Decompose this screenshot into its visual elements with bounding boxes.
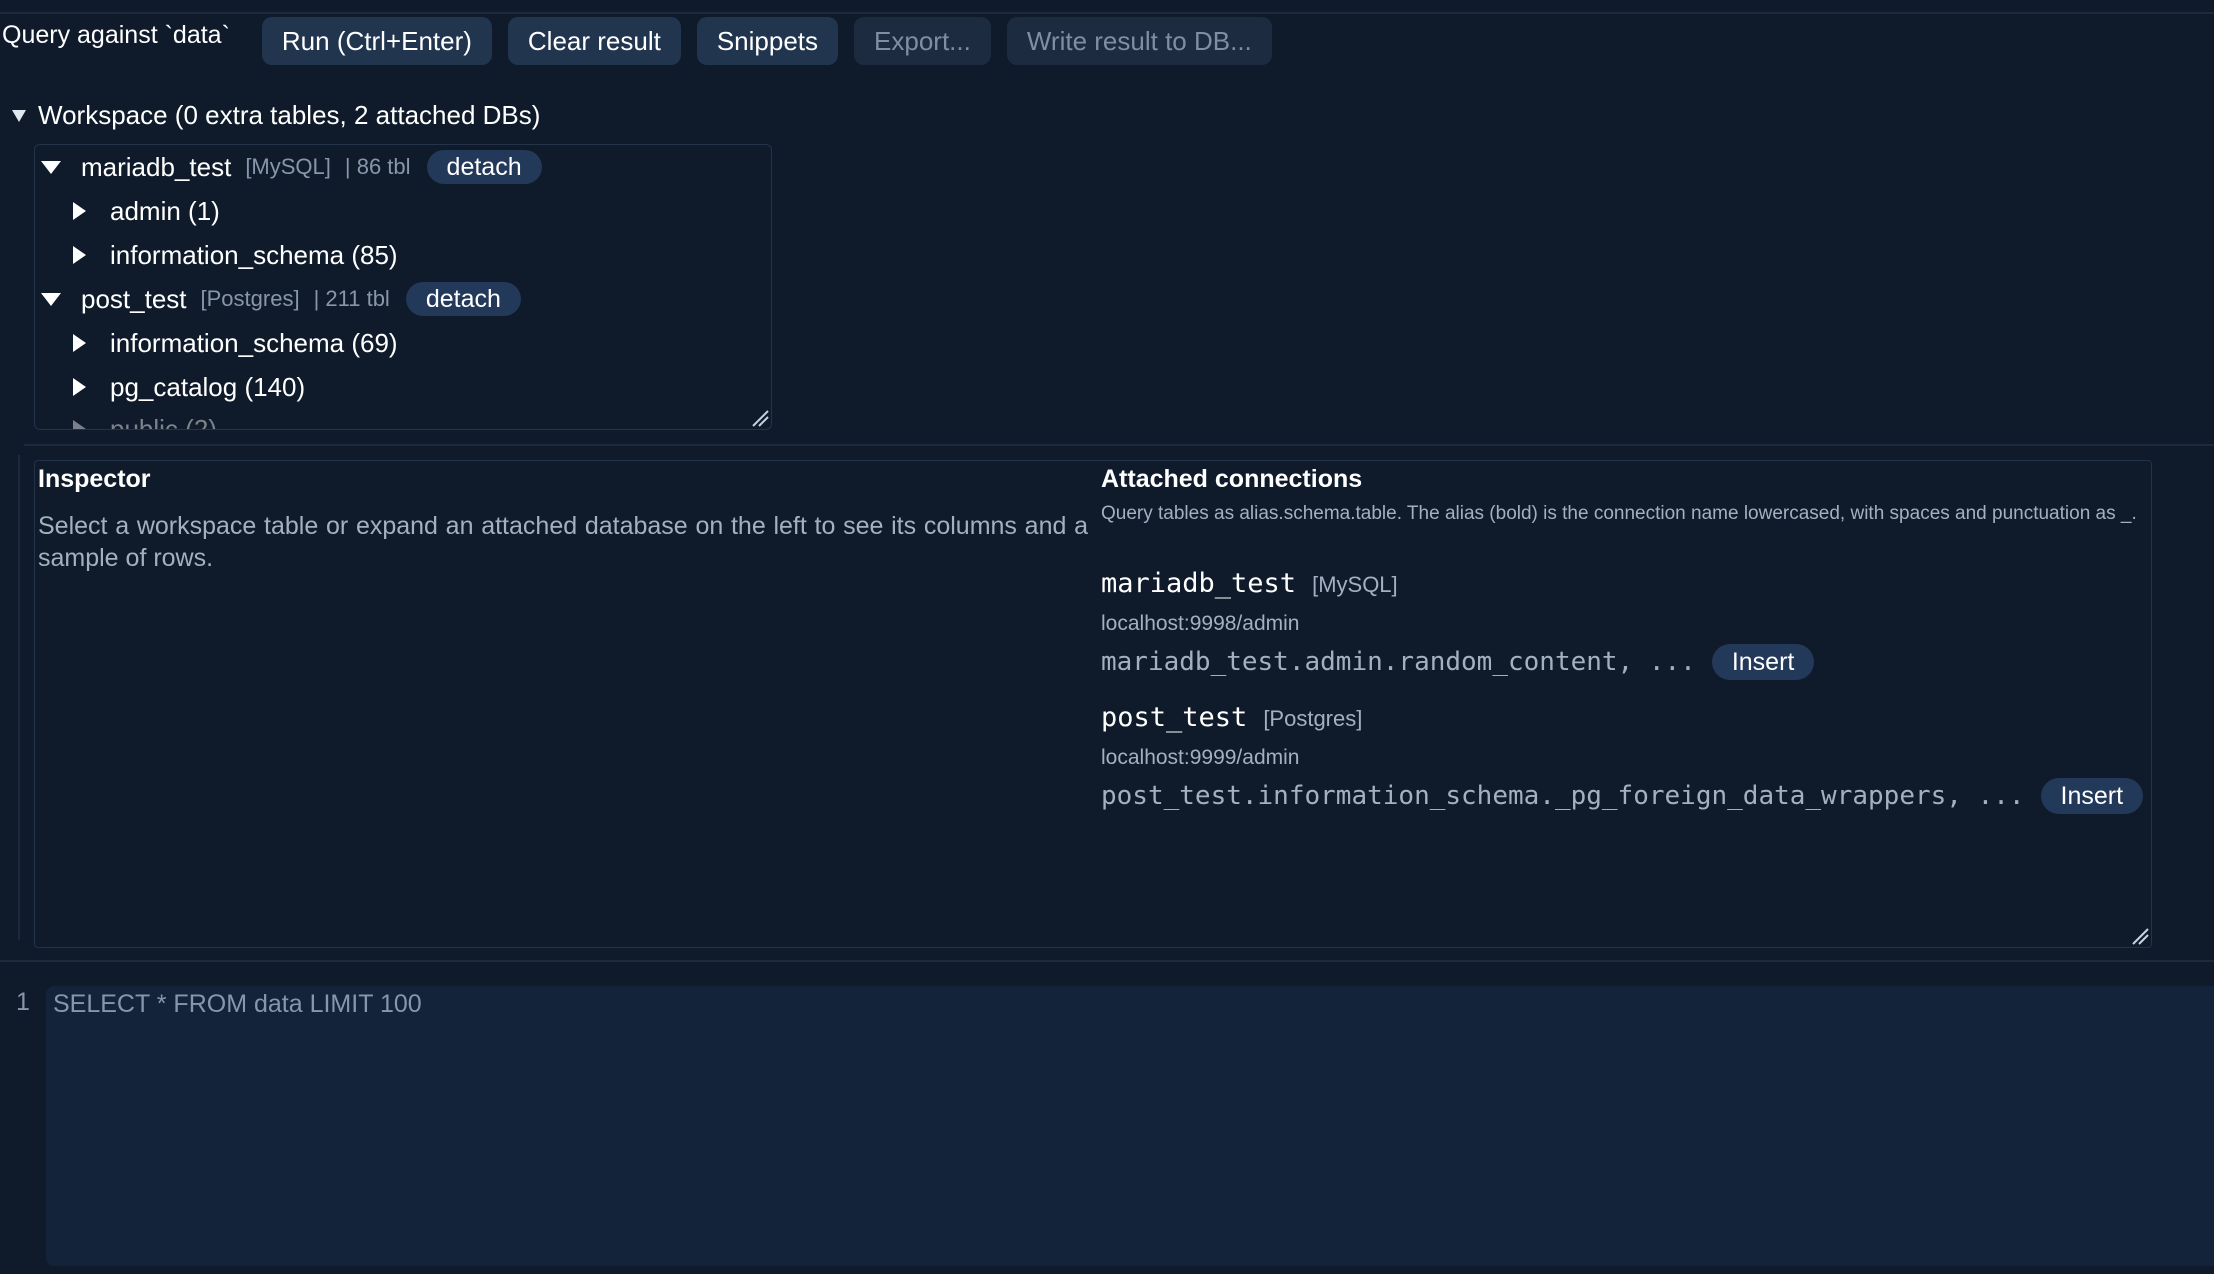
insert-button[interactable]: Insert xyxy=(1711,644,1815,680)
editor-line-number: 1 xyxy=(16,988,30,1016)
db-name: mariadb_test xyxy=(81,151,232,182)
top-divider xyxy=(0,12,2214,14)
connections-title: Attached connections xyxy=(1101,465,1363,493)
insert-button[interactable]: Insert xyxy=(2040,778,2144,814)
caret-down-icon[interactable] xyxy=(41,160,61,174)
connection-host: localhost:9999/admin xyxy=(1101,746,1300,769)
workspace-tree[interactable]: mariadb_test [MySQL] | 86 tbl detach adm… xyxy=(34,144,772,430)
connection-alias: mariadb_test xyxy=(1101,568,1297,599)
sql-editor-content[interactable]: SELECT * FROM data LIMIT 100 xyxy=(53,990,422,1019)
connection-example-row: post_test.information_schema._pg_foreign… xyxy=(1101,778,2144,814)
db-type: [Postgres] xyxy=(200,286,300,311)
detach-button[interactable]: detach xyxy=(405,282,521,316)
connection-type: [MySQL] xyxy=(1312,572,1398,597)
sql-editor[interactable] xyxy=(46,986,2214,1266)
panel-rule xyxy=(18,455,20,940)
db-table-count: | 86 tbl xyxy=(344,154,411,179)
caret-right-icon[interactable] xyxy=(73,202,86,220)
connection-name-post-test: post_test [Postgres] xyxy=(1101,702,1362,733)
db-name: post_test xyxy=(81,283,187,314)
section-divider xyxy=(0,960,2214,962)
connection-example: mariadb_test.admin.random_content, ... xyxy=(1101,647,1696,677)
db-type: [MySQL] xyxy=(245,154,331,179)
db-row-mariadb-test[interactable]: mariadb_test [MySQL] | 86 tbl detach xyxy=(35,147,542,187)
connection-alias: post_test xyxy=(1101,702,1248,733)
db-row-post-test[interactable]: post_test [Postgres] | 211 tbl detach xyxy=(35,279,521,319)
resize-handle-icon[interactable] xyxy=(751,409,769,427)
connections-description: Query tables as alias.schema.table. The … xyxy=(1101,503,2137,524)
schema-row-admin[interactable]: admin (1) xyxy=(35,191,220,231)
schema-row-information-schema[interactable]: information_schema (69) xyxy=(35,323,398,363)
schema-label: public (2) xyxy=(110,413,217,430)
schema-label: information_schema (69) xyxy=(110,327,398,358)
detach-button[interactable]: detach xyxy=(426,150,542,184)
write-to-db-button[interactable]: Write result to DB... xyxy=(1006,17,1272,65)
caret-down-icon xyxy=(12,109,26,122)
schema-row-information-schema[interactable]: information_schema (85) xyxy=(35,235,398,275)
schema-row-public[interactable]: public (2) xyxy=(35,409,217,430)
resize-handle-icon[interactable] xyxy=(2131,927,2149,945)
section-divider xyxy=(24,444,2214,446)
workspace-toggle[interactable]: Workspace (0 extra tables, 2 attached DB… xyxy=(12,100,540,131)
snippets-button[interactable]: Snippets xyxy=(696,17,839,65)
caret-right-icon[interactable] xyxy=(73,378,86,396)
caret-right-icon[interactable] xyxy=(73,420,86,429)
inspector-title: Inspector xyxy=(38,465,151,493)
connection-example: post_test.information_schema._pg_foreign… xyxy=(1101,781,2025,811)
query-title: Query against `data` xyxy=(2,20,230,49)
schema-label: admin (1) xyxy=(110,195,220,226)
connection-host: localhost:9998/admin xyxy=(1101,612,1300,635)
schema-label: pg_catalog (140) xyxy=(110,371,306,402)
workspace-header-label: Workspace (0 extra tables, 2 attached DB… xyxy=(38,100,541,130)
caret-right-icon[interactable] xyxy=(73,334,86,352)
inspector-help-text: Select a workspace table or expand an at… xyxy=(38,512,1088,572)
export-button[interactable]: Export... xyxy=(854,17,991,65)
db-table-count: | 211 tbl xyxy=(313,286,390,311)
connection-type: [Postgres] xyxy=(1263,706,1363,731)
run-button[interactable]: Run (Ctrl+Enter) xyxy=(261,17,492,65)
connection-name-mariadb-test: mariadb_test [MySQL] xyxy=(1101,568,1398,599)
schema-row-pg-catalog[interactable]: pg_catalog (140) xyxy=(35,367,305,407)
query-toolbar: Query against `data` Run (Ctrl+Enter) Cl… xyxy=(2,17,1288,65)
clear-result-button[interactable]: Clear result xyxy=(507,17,681,65)
connection-example-row: mariadb_test.admin.random_content, ... I… xyxy=(1101,644,1815,680)
caret-down-icon[interactable] xyxy=(41,292,61,306)
schema-label: information_schema (85) xyxy=(110,239,398,270)
caret-right-icon[interactable] xyxy=(73,246,86,264)
